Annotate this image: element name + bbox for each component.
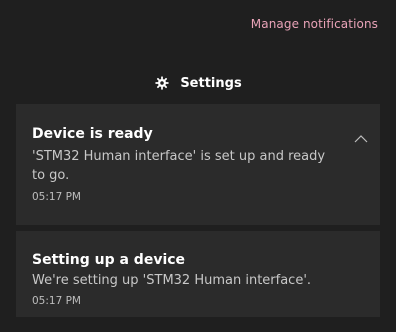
gear-icon xyxy=(154,75,170,91)
app-name: Settings xyxy=(180,75,242,91)
app-group-header: Settings xyxy=(0,72,396,94)
notification-body: 'STM32 Human interface' is set up and re… xyxy=(32,149,326,183)
notification-time: 05:17 PM xyxy=(32,295,81,307)
notification-title: Setting up a device xyxy=(32,252,186,268)
notification-panel: Manage notifications Settings Device is … xyxy=(0,0,396,332)
chevron-up-icon[interactable] xyxy=(352,132,370,146)
manage-notifications-link[interactable]: Manage notifications xyxy=(251,17,378,31)
notification-card[interactable]: Device is ready 'STM32 Human interface' … xyxy=(16,104,380,225)
notification-card[interactable]: Setting up a device We're setting up 'ST… xyxy=(16,231,380,317)
notification-time: 05:17 PM xyxy=(32,191,81,203)
notification-title: Device is ready xyxy=(32,126,153,142)
notification-body: We're setting up 'STM32 Human interface'… xyxy=(32,273,312,288)
